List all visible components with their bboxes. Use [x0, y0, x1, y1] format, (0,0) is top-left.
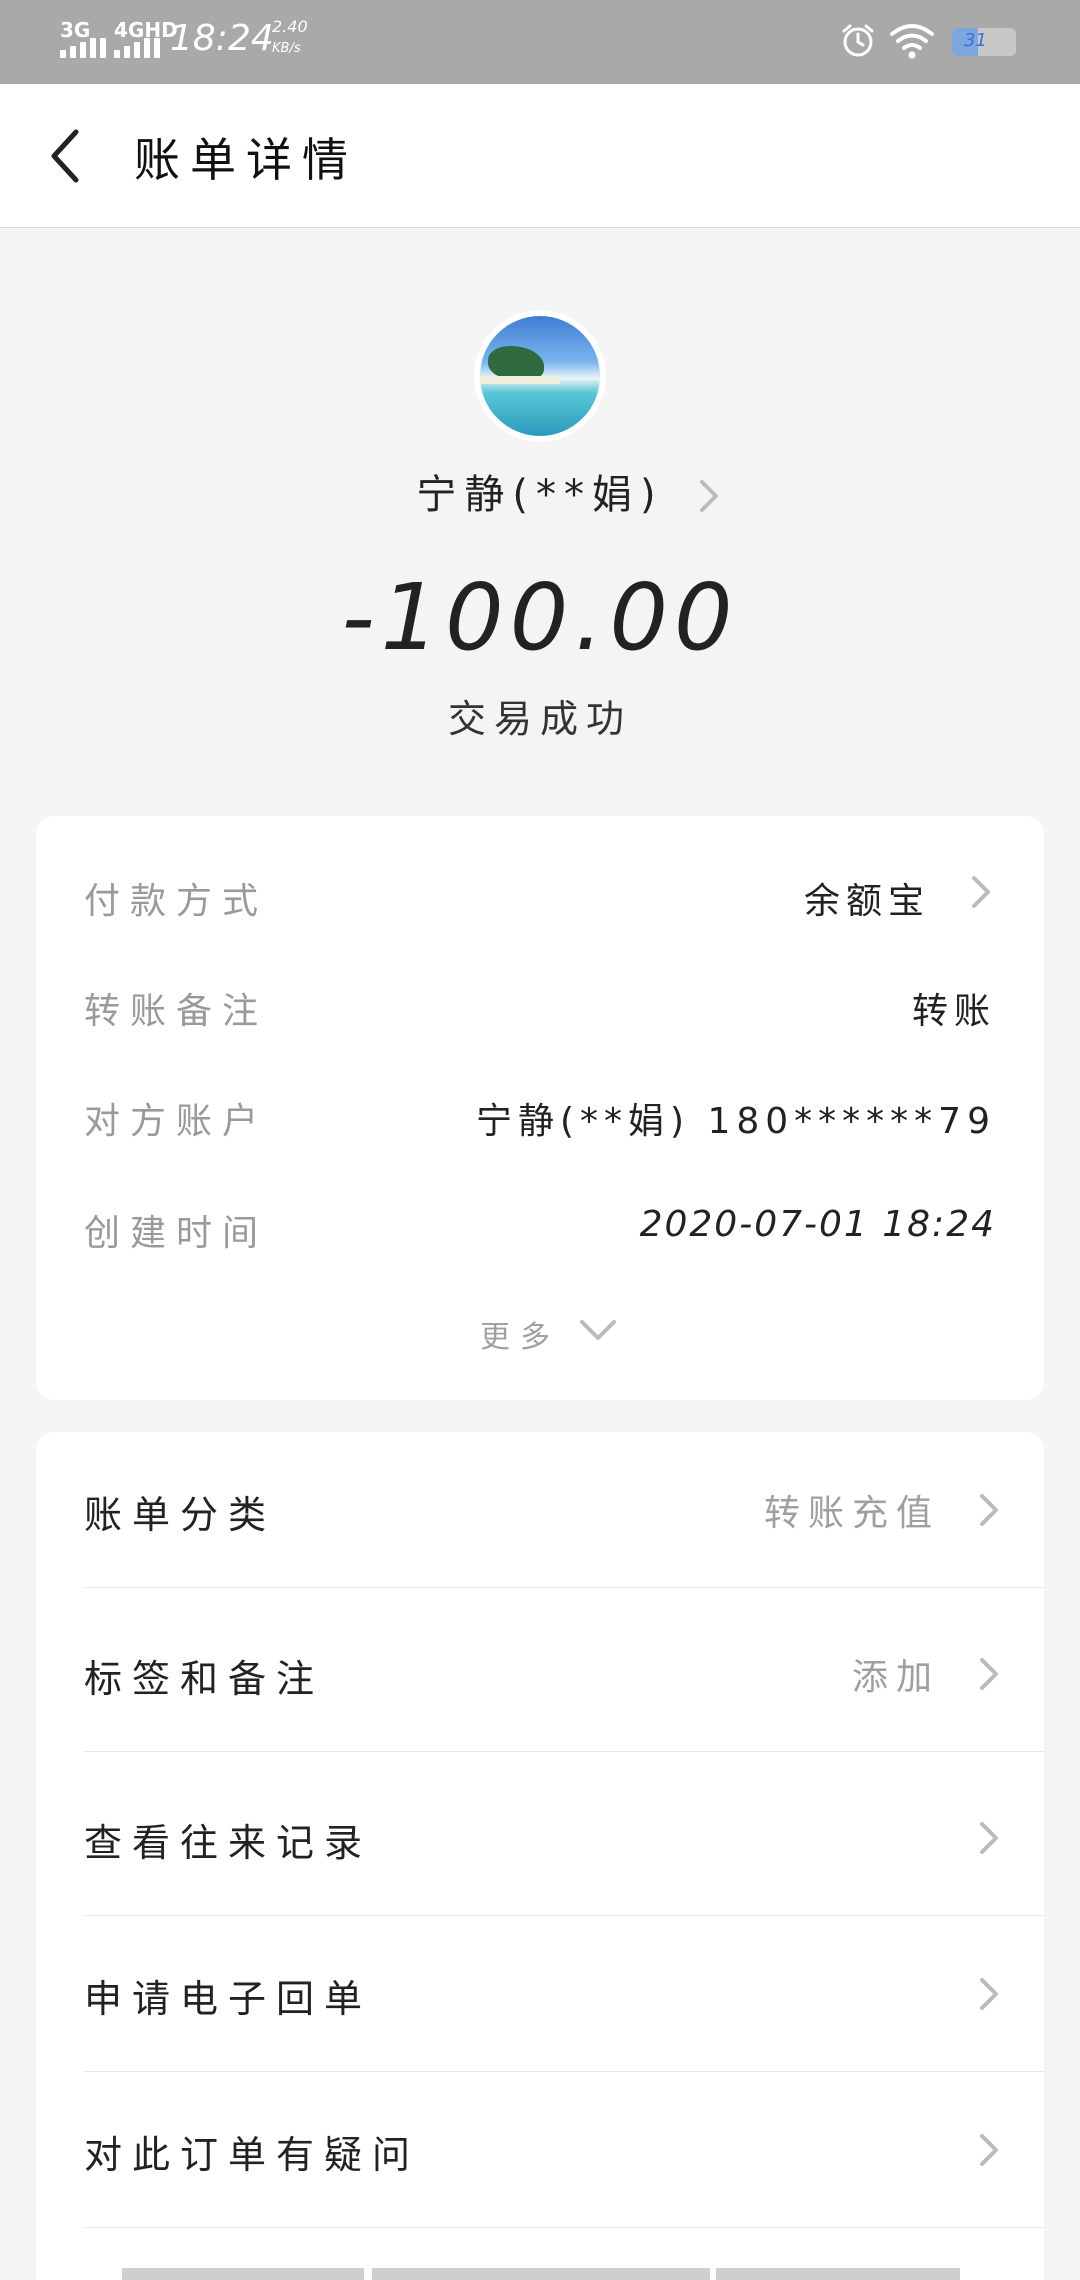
transaction-details-card: 付款方式 余额宝 转账备注 转账 对方账户 宁静(**娟) 180******7… [36, 816, 1044, 1400]
detail-row-counterparty: 对方账户 宁静(**娟) 180******79 [84, 1084, 996, 1144]
menu-item-label: 申请电子回单 [84, 1977, 373, 2021]
chevron-right-icon [980, 1978, 998, 2010]
transaction-amount: -100.00 [341, 564, 739, 671]
menu-item-value: 添加 [851, 1657, 940, 1698]
chevron-down-icon [580, 1320, 616, 1340]
chevron-right-icon [980, 2134, 998, 2166]
alarm-icon [842, 24, 874, 57]
bottom-bar-segment [716, 2268, 960, 2280]
menu-item-label: 账单分类 [84, 1493, 277, 1537]
network-speed-unit: KB/s [272, 41, 301, 56]
menu-item-view-history[interactable]: 查看往来记录 [36, 1760, 1044, 1916]
clock: 18:24 [170, 18, 274, 59]
chevron-right-icon [980, 1822, 998, 1854]
avatar[interactable] [474, 310, 606, 442]
detail-label: 付款方式 [84, 881, 269, 922]
menu-item-order-question[interactable]: 对此订单有疑问 [36, 2072, 1044, 2228]
more-toggle[interactable]: 更多 [36, 1306, 1044, 1366]
detail-row-created-time: 创建时间 2020-07-01 18:24 [84, 1196, 996, 1256]
transaction-status: 交易成功 [447, 697, 632, 741]
bottom-bar-segment [372, 2268, 710, 2280]
avatar-image [480, 316, 600, 436]
battery-icon: 31 [952, 28, 1016, 56]
detail-row-transfer-note: 转账备注 转账 [84, 974, 996, 1034]
menu-item-label: 对此订单有疑问 [84, 2133, 421, 2177]
detail-label: 对方账户 [84, 1101, 269, 1142]
detail-value: 宁静(**娟) 180******79 [475, 1101, 996, 1142]
wifi-icon [890, 24, 934, 59]
menu-item-label: 查看往来记录 [84, 1821, 373, 1865]
payee-name[interactable]: 宁静(**娟) [0, 462, 1080, 522]
menu-item-label: 标签和备注 [84, 1657, 325, 1701]
bottom-bar-segment [122, 2268, 364, 2280]
chevron-right-icon [980, 1658, 998, 1690]
top-app-bar: 账单详情 [0, 84, 1080, 228]
detail-label: 创建时间 [84, 1213, 269, 1254]
status-bar: 3G 4GHD 18:24 2.40 KB/s 31 [0, 0, 1080, 84]
network-type-3g: 3G [60, 18, 91, 42]
chevron-right-icon [972, 876, 990, 908]
more-label: 更多 [480, 1320, 560, 1355]
actions-card: 账单分类 转账充值 标签和备注 添加 查看往来记录 申请电子回单 对此订单有疑问 [36, 1432, 1044, 2280]
battery-level: 31 [964, 30, 987, 51]
chevron-left-icon[interactable] [40, 120, 104, 192]
menu-item-value: 转账充值 [763, 1493, 940, 1534]
detail-value: 转账 [911, 991, 996, 1032]
chevron-right-icon[interactable] [696, 474, 724, 518]
menu-item-tags-notes[interactable]: 标签和备注 添加 [36, 1596, 1044, 1752]
menu-item-e-receipt[interactable]: 申请电子回单 [36, 1916, 1044, 2072]
network-speed-value: 2.40 [272, 17, 308, 36]
menu-item-bill-category[interactable]: 账单分类 转账充值 [36, 1432, 1044, 1588]
chevron-right-icon [980, 1494, 998, 1526]
detail-row-payment-method[interactable]: 付款方式 余额宝 [84, 864, 996, 924]
detail-label: 转账备注 [84, 991, 269, 1032]
detail-value: 2020-07-01 18:24 [639, 1204, 996, 1245]
network-speed: 2.40 KB/s [272, 16, 308, 60]
detail-value: 余额宝 [803, 881, 930, 922]
page-title: 账单详情 [134, 133, 358, 187]
